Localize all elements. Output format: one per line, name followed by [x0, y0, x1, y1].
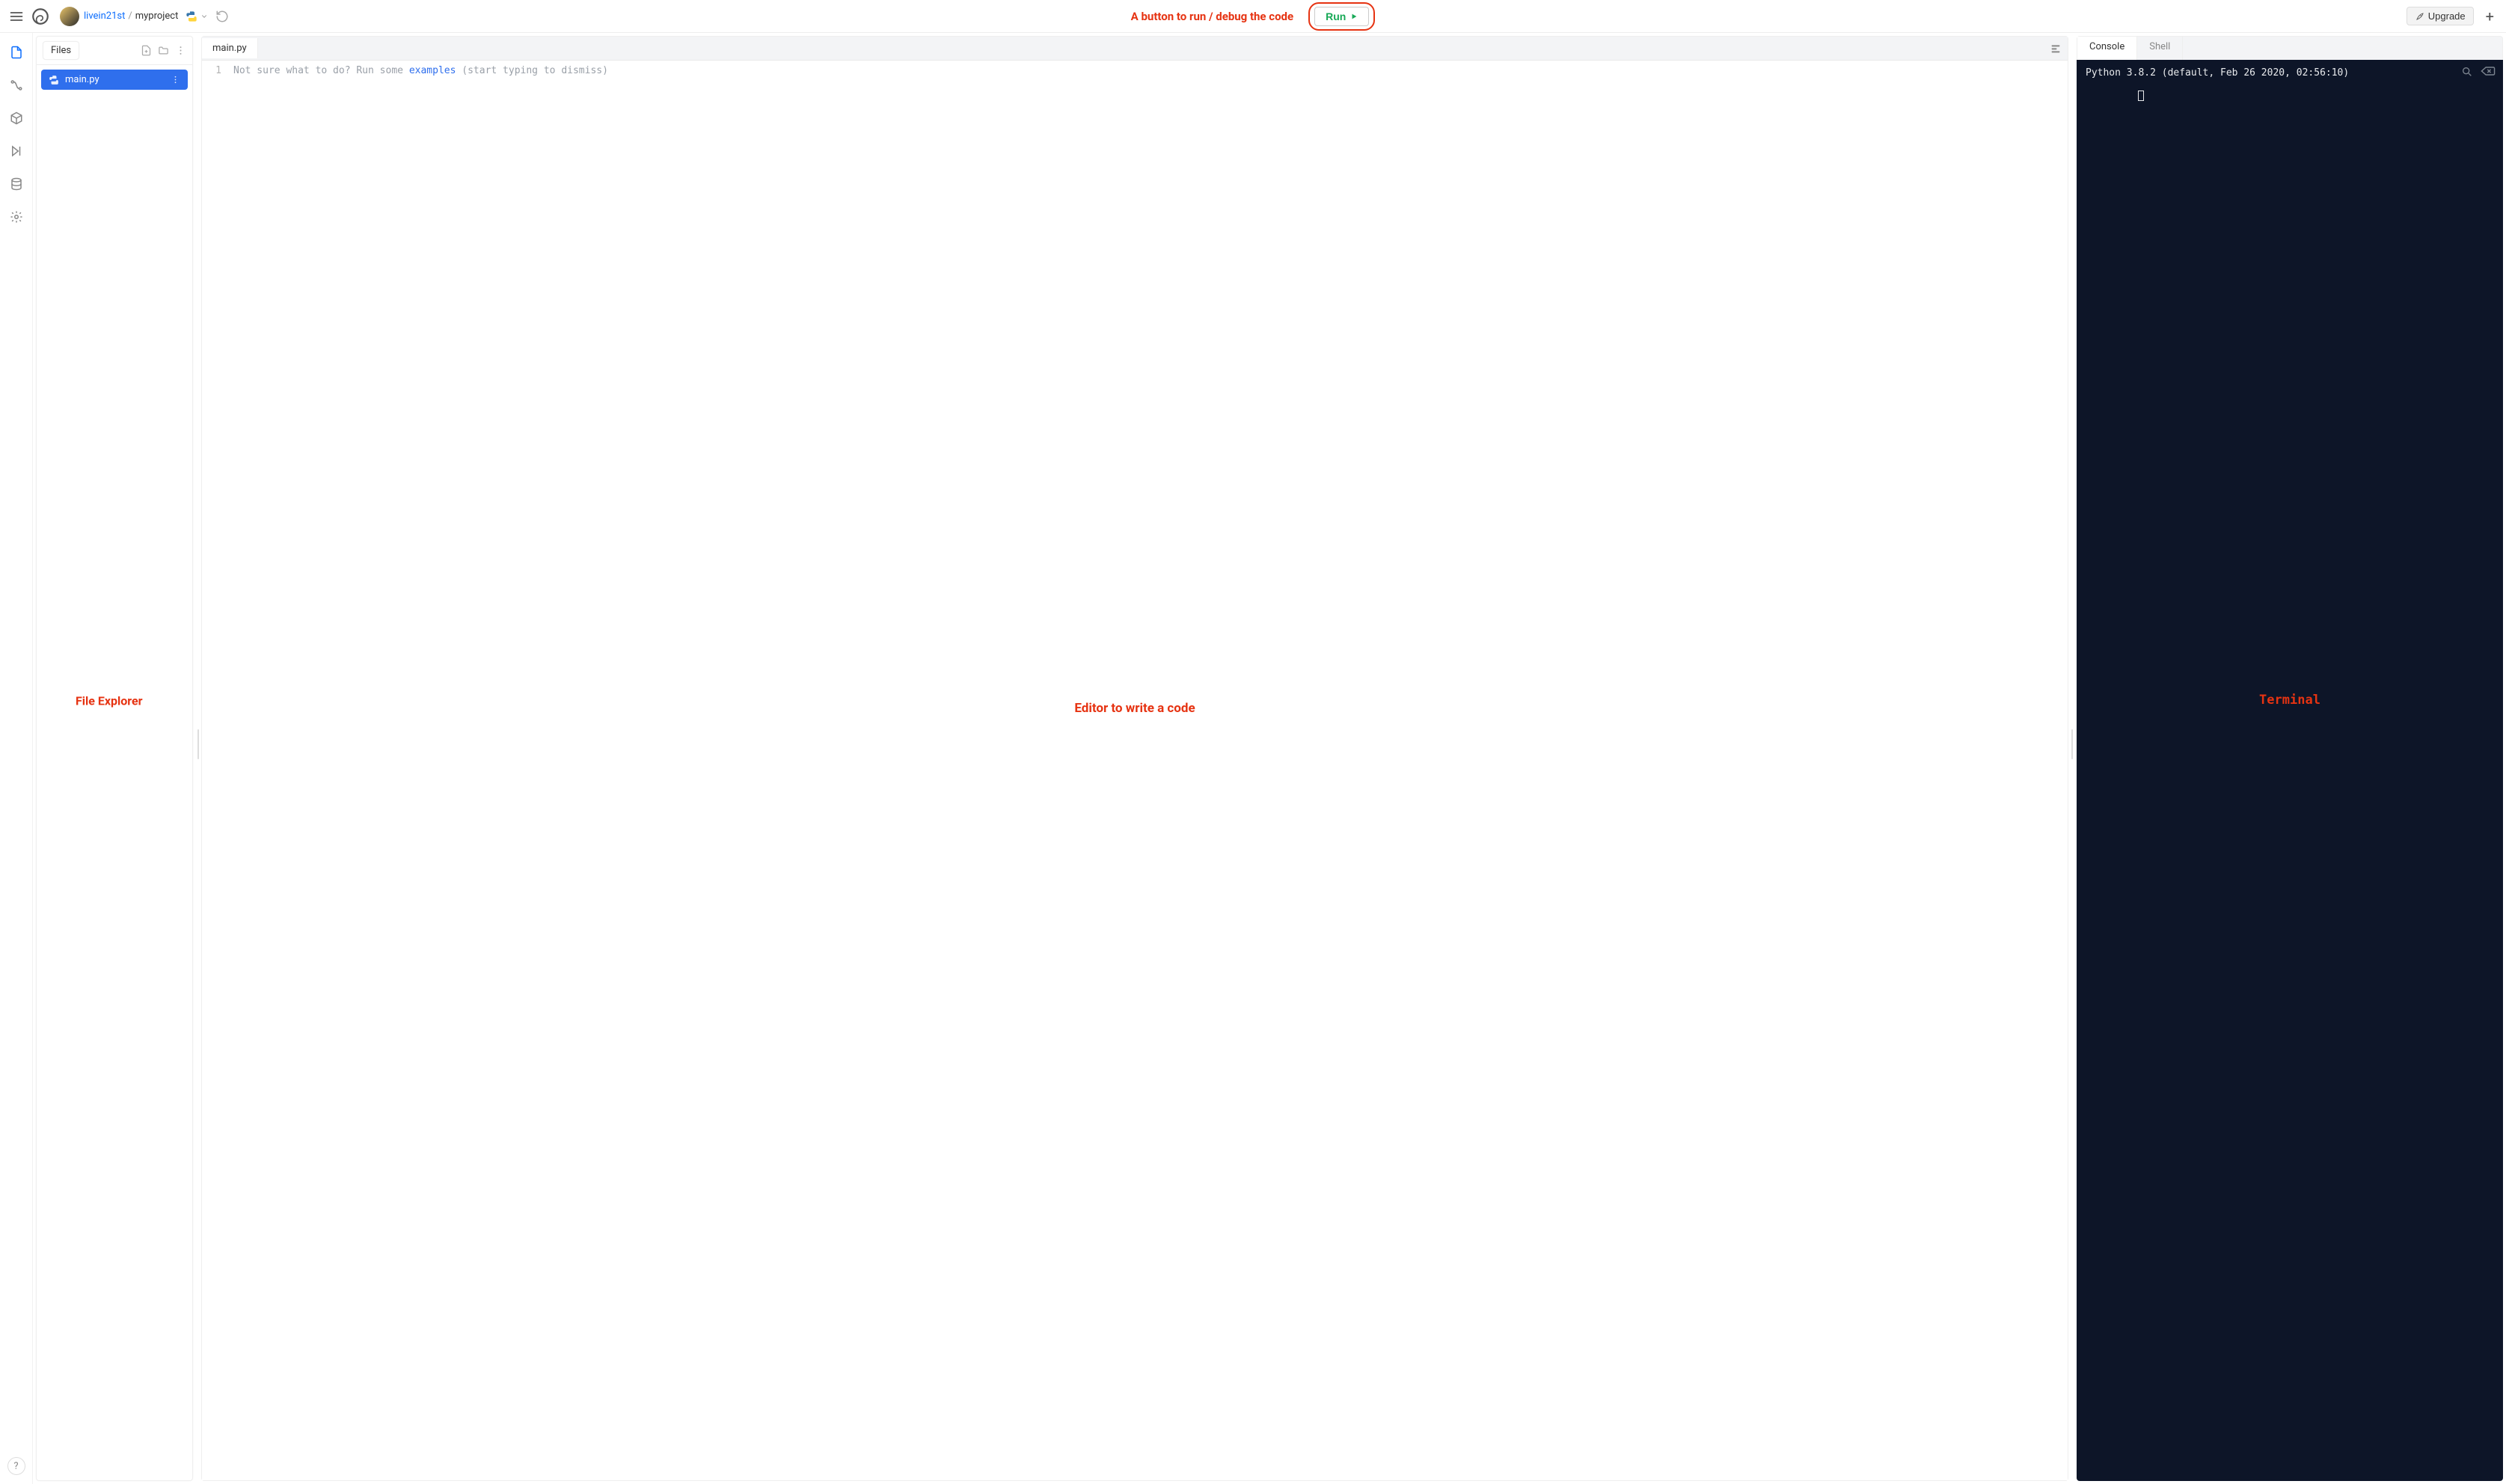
file-explorer-header: Files [37, 37, 192, 65]
run-annotation: A button to run / debug the code Run [0, 2, 2506, 31]
terminal-body[interactable]: Python 3.8.2 (default, Feb 26 2020, 02:5… [2077, 60, 2503, 1481]
examples-link[interactable]: examples [409, 65, 456, 76]
file-row-main-py[interactable]: main.py [41, 70, 188, 90]
file-row-menu-icon[interactable] [171, 75, 180, 85]
terminal-cursor [2138, 91, 2144, 101]
menu-icon[interactable] [7, 7, 25, 25]
main-area: ? Files main.py [0, 33, 2506, 1484]
sidebar-database-icon[interactable] [7, 175, 25, 193]
file-name: main.py [65, 74, 99, 85]
tab-shell[interactable]: Shell [2137, 37, 2183, 60]
replit-logo-icon[interactable] [30, 6, 51, 27]
sidebar: ? [0, 33, 33, 1484]
topbar-right: Upgrade + [2407, 7, 2499, 25]
topbar: livein21st / myproject A button to run /… [0, 0, 2506, 33]
sidebar-version-icon[interactable] [7, 76, 25, 94]
upgrade-label: Upgrade [2428, 10, 2466, 22]
breadcrumb-separator: / [128, 10, 132, 22]
sidebar-settings-icon[interactable] [7, 208, 25, 226]
run-annotation-text: A button to run / debug the code [1131, 10, 1293, 23]
rocket-icon [2415, 11, 2425, 22]
lang-chevron-down-icon[interactable] [200, 13, 208, 20]
line-number: 1 [202, 65, 221, 76]
terminal-clear-icon[interactable] [2481, 66, 2496, 78]
sidebar-debugger-icon[interactable] [7, 142, 25, 160]
new-file-icon[interactable] [141, 45, 152, 56]
help-button[interactable]: ? [7, 1457, 25, 1475]
terminal-prompt-line [2086, 79, 2494, 112]
upgrade-button[interactable]: Upgrade [2407, 7, 2474, 25]
editor-format-icon[interactable] [2050, 43, 2062, 55]
run-annotation-circle: Run [1308, 2, 1375, 31]
terminal-annotation: Terminal [2077, 693, 2503, 708]
panel-resize-handle[interactable] [196, 33, 200, 1484]
terminal-panel: Console Shell Python 3.8.2 (default, Feb… [2077, 36, 2503, 1481]
tab-console[interactable]: Console [2077, 37, 2137, 60]
username-link[interactable]: livein21st [84, 10, 125, 22]
terminal-line-1: Python 3.8.2 (default, Feb 26 2020, 02:5… [2086, 67, 2494, 79]
run-button-label: Run [1326, 10, 1346, 22]
editor-gutter: 1 [202, 61, 229, 1480]
history-icon[interactable] [215, 10, 229, 23]
python-file-icon [49, 75, 59, 85]
editor-panel: main.py 1 Not sure what to do? Run some … [201, 36, 2068, 1481]
terminal-search-icon[interactable] [2461, 66, 2473, 78]
new-folder-icon[interactable] [158, 45, 169, 56]
editor-body[interactable]: 1 Not sure what to do? Run some examples… [202, 61, 2068, 1480]
files-tab[interactable]: Files [43, 41, 79, 60]
editor-placeholder: Not sure what to do? Run some examples (… [229, 61, 608, 1480]
sidebar-packages-icon[interactable] [7, 109, 25, 127]
placeholder-pre: Not sure what to do? Run some [233, 65, 409, 76]
placeholder-post: (start typing to dismiss) [456, 65, 608, 76]
editor-tab-main-py[interactable]: main.py [202, 38, 258, 58]
editor-tabbar: main.py [202, 37, 2068, 61]
python-lang-icon[interactable] [186, 10, 197, 22]
project-name[interactable]: myproject [135, 10, 179, 22]
add-button[interactable]: + [2481, 7, 2499, 25]
run-button[interactable]: Run [1314, 7, 1369, 26]
sidebar-files-icon[interactable] [7, 43, 25, 61]
file-explorer-annotation: File Explorer [76, 693, 142, 708]
file-menu-icon[interactable] [175, 45, 186, 56]
file-explorer-panel: Files main.py [36, 36, 193, 1481]
panel-resize-handle-2[interactable] [2070, 33, 2074, 1484]
play-icon [1350, 13, 1358, 20]
avatar[interactable] [60, 7, 79, 26]
file-list: main.py [37, 65, 192, 94]
terminal-tabbar: Console Shell [2077, 36, 2503, 60]
